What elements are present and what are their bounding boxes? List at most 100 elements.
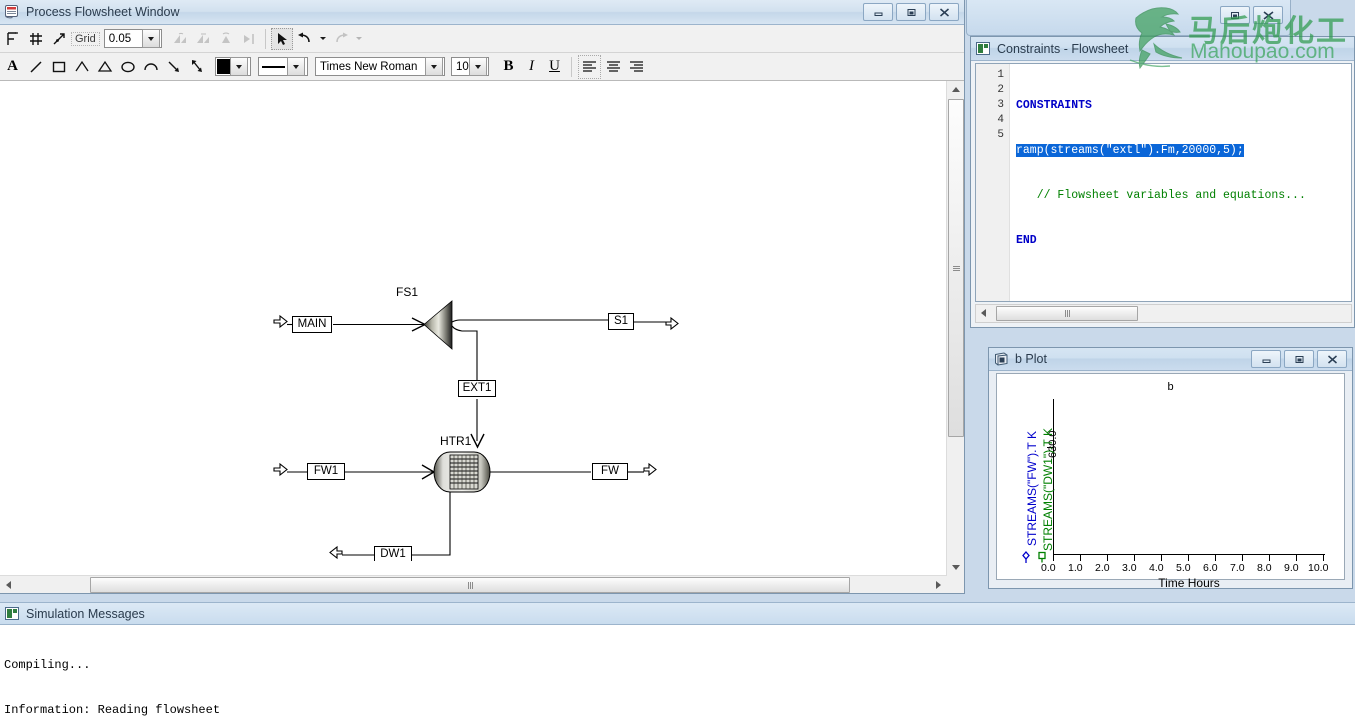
x-tick-label: 8.0 [1257, 562, 1272, 574]
polygon-tool-icon[interactable] [71, 56, 92, 78]
font-size-combo[interactable]: 10 [451, 57, 489, 76]
arrow-tool-icon[interactable] [163, 56, 184, 78]
x-tick-label: 9.0 [1284, 562, 1299, 574]
flowsheet-minimize-button[interactable] [863, 3, 893, 21]
italic-button[interactable]: I [521, 56, 542, 78]
constraints-titlebar[interactable]: Constraints - Flowsheet [971, 37, 1354, 61]
vertical-scroll-thumb[interactable] [948, 99, 964, 437]
undo-button[interactable] [294, 28, 316, 50]
legend-marker-series-1 [1022, 551, 1030, 563]
plot-titlebar[interactable]: b Plot [989, 348, 1352, 371]
x-tick-label: 0.0 [1041, 562, 1056, 574]
y-axis-series-label-2: STREAMS("DW1").T K [1041, 428, 1055, 551]
flowsheet-window-icon [5, 5, 20, 19]
plot-window: b Plot b 630.0 STREAMS("FW").T K STREAMS… [988, 347, 1353, 590]
y-axis-series-label-1: STREAMS("FW").T K [1025, 431, 1039, 546]
x-tick-label: 2.0 [1095, 562, 1110, 574]
constraints-window-title: Constraints - Flowsheet [997, 41, 1129, 56]
scroll-right-button[interactable] [930, 576, 947, 593]
mirror-icon[interactable] [238, 28, 260, 50]
rectangle-tool-icon[interactable] [48, 56, 69, 78]
stream-box-ext1[interactable]: EXT1 [458, 380, 496, 397]
triangle-tool-icon[interactable] [94, 56, 115, 78]
messages-window-title: Simulation Messages [26, 606, 145, 621]
plot-minimize-button[interactable] [1251, 350, 1281, 368]
scroll-down-button[interactable] [947, 559, 964, 576]
align-center-button[interactable] [603, 56, 624, 78]
ellipse-tool-icon[interactable] [117, 56, 138, 78]
plot-chart[interactable]: b 630.0 STREAMS("FW").T K STREAMS("DW1")… [996, 373, 1345, 590]
fill-color-chevron-down-icon[interactable] [230, 57, 248, 76]
constraints-code-area[interactable]: 1 2 3 4 5 CONSTRAINTS ramp(streams("extl… [975, 63, 1352, 302]
flowsheet-titlebar[interactable]: Process Flowsheet Window [0, 0, 964, 25]
font-name-chevron-down-icon[interactable] [425, 57, 443, 76]
code-scroll-left-button[interactable] [976, 305, 991, 320]
underline-button[interactable]: U [544, 56, 565, 78]
stream-box-main[interactable]: MAIN [292, 316, 332, 333]
outer-maximize-button[interactable] [1220, 6, 1250, 24]
rotate-icon[interactable] [215, 28, 237, 50]
stream-box-fw1[interactable]: FW1 [307, 463, 345, 480]
align-right-button[interactable] [626, 56, 647, 78]
font-size-chevron-down-icon[interactable] [469, 57, 487, 76]
flowsheet-close-button[interactable] [929, 3, 959, 21]
grid-size-combo[interactable]: 0.05 [103, 29, 162, 48]
code-editor-text[interactable]: CONSTRAINTS ramp(streams("extl").Fm,2000… [1010, 64, 1351, 301]
stream-box-fw[interactable]: FW [592, 463, 628, 480]
code-selection: ramp(streams("extl").Fm,20000,5); [1016, 144, 1244, 157]
double-arrow-tool-icon[interactable] [186, 56, 207, 78]
stream-box-s1[interactable]: S1 [608, 313, 634, 330]
fill-color-swatch [217, 59, 230, 74]
redo-button[interactable] [330, 28, 352, 50]
messages-titlebar[interactable]: Simulation Messages [0, 603, 1355, 625]
plot-close-button[interactable] [1317, 350, 1347, 368]
scroll-left-button[interactable] [0, 576, 17, 593]
font-name-value: Times New Roman [320, 60, 418, 73]
code-horizontal-scroll-thumb[interactable] [996, 306, 1138, 321]
flowsheet-window-buttons [863, 3, 962, 21]
snap-to-grid-icon[interactable] [48, 28, 70, 50]
text-tool-icon[interactable]: A [2, 56, 23, 78]
messages-log[interactable]: Compiling... Information: Reading flowsh… [0, 625, 1355, 717]
flowsheet-toolbar: Grid 0.05 [0, 25, 964, 53]
fill-color-combo[interactable] [215, 57, 251, 76]
line-number: 3 [997, 99, 1004, 111]
redo-chevron-down-icon[interactable] [353, 28, 365, 50]
flip-horizontal-icon[interactable] [169, 28, 191, 50]
stream-box-dw1[interactable]: DW1 [374, 546, 412, 561]
flowsheet-format-bar: A Times New Roman 10 B I U [0, 53, 964, 81]
flowsheet-canvas[interactable]: FS1 HTR1 MAIN S1 EXT1 FW1 FW DW1 [0, 81, 942, 561]
scroll-up-button[interactable] [947, 81, 964, 98]
align-left-button[interactable] [578, 54, 601, 79]
line-style-chevron-down-icon[interactable] [287, 57, 305, 76]
constraints-horizontal-scrollbar[interactable] [975, 304, 1352, 323]
plot-maximize-button[interactable] [1284, 350, 1314, 368]
outer-window-frame [966, 0, 1291, 36]
line-tool-icon[interactable] [25, 56, 46, 78]
message-line: Compiling... [4, 658, 91, 672]
toolbar-separator [264, 28, 266, 49]
x-tick-label: 3.0 [1122, 562, 1137, 574]
flowsheet-horizontal-scrollbar[interactable] [0, 575, 947, 593]
line-style-preview [260, 59, 287, 74]
line-style-combo[interactable] [258, 57, 308, 76]
grid-size-chevron-down-icon[interactable] [141, 29, 160, 48]
flip-vertical-icon[interactable] [192, 28, 214, 50]
line-number: 1 [997, 69, 1004, 81]
scrollbar-corner [947, 576, 964, 593]
font-name-combo[interactable]: Times New Roman [315, 57, 445, 76]
undo-chevron-down-icon[interactable] [317, 28, 329, 50]
grid-toggle-icon[interactable] [25, 28, 47, 50]
outer-window-buttons [1220, 6, 1286, 24]
show-connections-icon[interactable] [2, 28, 24, 50]
flowsheet-vertical-scrollbar[interactable] [946, 81, 964, 576]
arc-tool-icon[interactable] [140, 56, 161, 78]
horizontal-scroll-thumb[interactable] [90, 577, 850, 593]
outer-close-button[interactable] [1253, 6, 1283, 24]
messages-window-icon [5, 606, 20, 621]
flowsheet-maximize-button[interactable] [896, 3, 926, 21]
x-tick-label: 10.0 [1308, 562, 1329, 574]
constraints-window-icon [976, 41, 991, 56]
bold-button[interactable]: B [498, 56, 519, 78]
select-pointer-icon[interactable] [270, 27, 293, 50]
